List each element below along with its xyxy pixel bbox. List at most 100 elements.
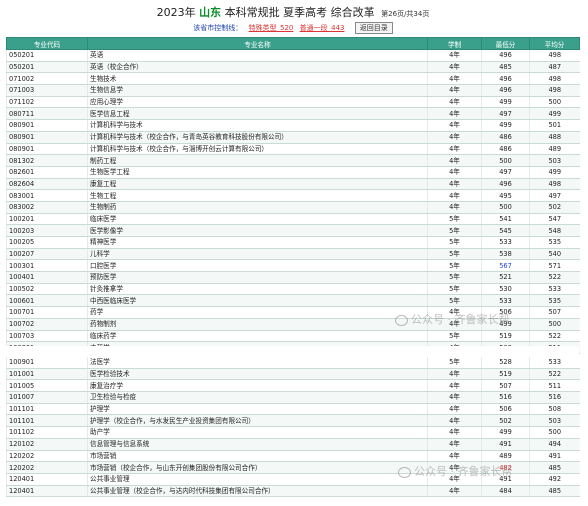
table-row: 100301 口腔医学 5年 567 571	[6, 259, 580, 273]
cell-avg: 499	[529, 107, 580, 121]
wechat-icon	[398, 466, 411, 478]
cell-avg: 535	[529, 294, 580, 308]
table-row: 101005 康复治疗学 4年 507 511	[6, 379, 580, 393]
cell-name: 医学信息工程	[87, 107, 428, 121]
cell-min: 499	[481, 426, 530, 439]
cell-min: 486	[481, 143, 530, 156]
cell-code: 100701	[6, 306, 88, 319]
cell-name: 护理学（校企合作，与水发民生产业投资集团有限公司）	[87, 414, 428, 428]
cell-avg: 507	[529, 306, 580, 319]
cell-min: 528	[481, 357, 530, 369]
cell-name: 生物信息学	[87, 84, 428, 97]
cell-years: 4年	[427, 450, 482, 463]
cell-name: 计算机科学与技术（校企合作，与青岛英谷教育科技股份有限公司）	[87, 131, 428, 144]
table-row: 083001 生物工程 4年 495 497	[6, 189, 580, 202]
cell-avg: 511	[529, 379, 580, 393]
col-header-min: 最低分	[481, 37, 530, 50]
cell-years: 4年	[427, 368, 482, 381]
cell-years: 4年	[427, 131, 482, 144]
col-header-years: 学制	[427, 37, 482, 50]
cell-code: 101102	[6, 426, 88, 439]
cell-name: 公共事业管理	[87, 473, 428, 486]
watermark-top: 公众号 · 齐鲁家长帮	[395, 311, 510, 327]
title-province: 山东	[199, 6, 222, 19]
cell-name: 医学影像学	[87, 224, 428, 237]
cell-years: 5年	[427, 259, 482, 273]
cell-name: 助产学	[87, 426, 428, 439]
table-row: 082604 康复工程 4年 496 498	[6, 178, 580, 191]
cell-years: 5年	[427, 330, 482, 343]
table-row: 050201 英语（校企合作） 4年 485 487	[6, 61, 580, 74]
cell-code: 100702	[6, 318, 88, 331]
table-row: 071002 生物技术 4年 496 498	[6, 72, 580, 86]
cell-min: 496	[481, 49, 530, 62]
page-gap	[6, 346, 579, 357]
cell-code: 101001	[6, 368, 88, 381]
table-row: 050201 英语 4年 496 498	[6, 49, 580, 62]
cell-avg: 571	[529, 259, 580, 273]
cell-code: 101101	[6, 414, 88, 428]
cell-code: 071002	[6, 72, 88, 86]
cell-code: 120202	[6, 450, 88, 463]
table-row: 071102 应用心理学 4年 499 500	[6, 96, 580, 109]
table-row: 080901 计算机科学与技术（校企合作，与淄博开创云计算有限公司） 4年 486 48…	[6, 143, 580, 156]
cell-avg: 522	[529, 368, 580, 381]
cell-avg: 533	[529, 283, 580, 296]
cell-avg: 498	[529, 49, 580, 62]
page-title: 2023年 山东 本科常规批 夏季高考 综合改革 第26页/共34页	[6, 4, 580, 21]
cell-years: 4年	[427, 72, 482, 86]
cell-min: 516	[481, 391, 530, 404]
cell-name: 英语（校企合作）	[87, 61, 428, 74]
cell-avg: 522	[529, 330, 580, 343]
table-row: 101007 卫生检验与检疫 4年 516 516	[6, 391, 580, 404]
cell-avg: 499	[529, 166, 580, 179]
cell-min: 545	[481, 224, 530, 237]
cell-code: 101007	[6, 391, 88, 404]
table-row: 080711 医学信息工程 4年 497 499	[6, 107, 580, 121]
cell-avg: 500	[529, 96, 580, 109]
table-row: 100601 中西医临床医学 5年 533 535	[6, 294, 580, 308]
table-row: 100901 法医学 5年 528 533	[6, 357, 580, 369]
cell-code: 100703	[6, 330, 88, 343]
cell-min: 521	[481, 271, 530, 284]
cell-avg: 498	[529, 72, 580, 86]
control-line-regular[interactable]: 普通一段_443	[300, 24, 345, 32]
cell-code: 080901	[6, 143, 88, 156]
cell-min: 495	[481, 189, 530, 202]
cell-avg: 498	[529, 84, 580, 97]
cell-avg: 497	[529, 189, 580, 202]
cell-avg: 501	[529, 119, 580, 132]
cell-avg: 489	[529, 143, 580, 156]
cell-min: 500	[481, 154, 530, 167]
cell-avg: 508	[529, 403, 580, 416]
cell-code: 100502	[6, 283, 88, 296]
cell-years: 5年	[427, 271, 482, 284]
cell-name: 精神医学	[87, 236, 428, 249]
cell-code: 080901	[6, 119, 88, 132]
cell-min: 497	[481, 107, 530, 121]
back-to-index-button[interactable]: 返回目录	[354, 22, 393, 34]
control-line-special[interactable]: 特殊类型_520	[249, 24, 294, 32]
cell-name: 儿科学	[87, 248, 428, 261]
cell-code: 050201	[6, 61, 88, 74]
cell-years: 4年	[427, 426, 482, 439]
table-row: 100502 针灸推拿学 5年 530 533	[6, 283, 580, 296]
table-row: 120202 市场营销 4年 489 491	[6, 450, 580, 463]
cell-min: 519	[481, 368, 530, 381]
cell-avg: 498	[529, 178, 580, 191]
cell-name: 药学	[87, 306, 428, 319]
table-row: 083002 生物制药 4年 500 502	[6, 201, 580, 214]
cell-min: 533	[481, 236, 530, 249]
cell-name: 口腔医学	[87, 259, 428, 273]
cell-avg: 500	[529, 426, 580, 439]
cell-name: 生物技术	[87, 72, 428, 86]
cell-name: 计算机科学与技术（校企合作，与淄博开创云计算有限公司）	[87, 143, 428, 156]
cell-years: 4年	[427, 178, 482, 191]
cell-code: 120102	[6, 438, 88, 451]
table-row: 100401 预防医学 5年 521 522	[6, 271, 580, 284]
cell-years: 4年	[427, 438, 482, 451]
cell-name: 中西医临床医学	[87, 294, 428, 308]
cell-name: 生物医学工程	[87, 166, 428, 179]
cell-name: 针灸推拿学	[87, 283, 428, 296]
cell-years: 5年	[427, 236, 482, 249]
